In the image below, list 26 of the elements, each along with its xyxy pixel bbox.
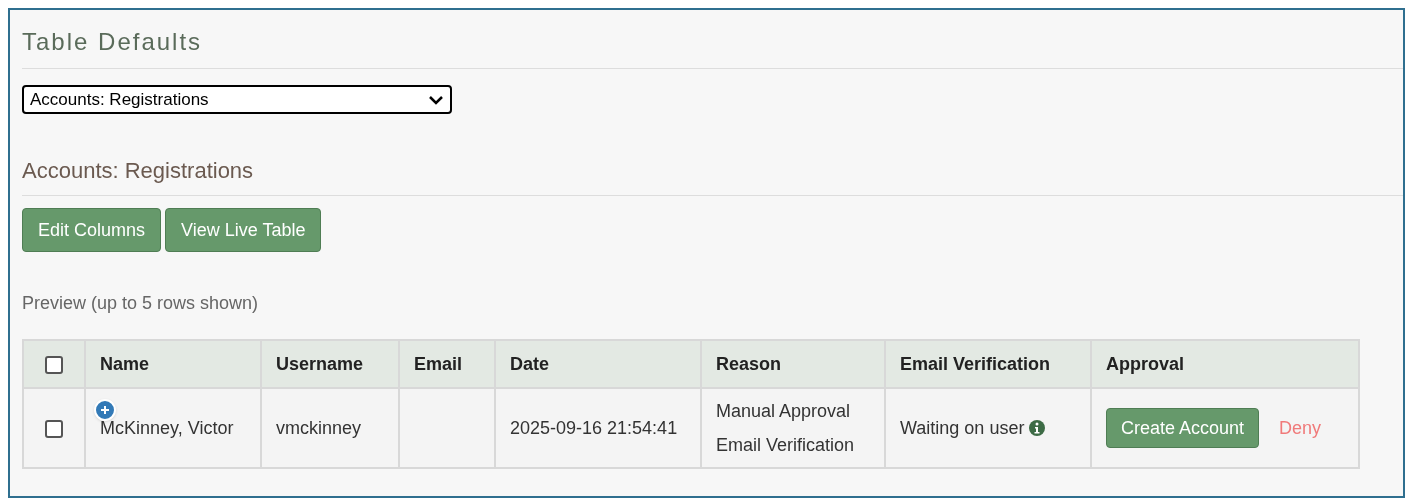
- column-header: Reason: [716, 353, 782, 374]
- checkbox[interactable]: [45, 419, 63, 438]
- column-header: Date: [510, 353, 549, 374]
- action-button[interactable]: View Live Table: [165, 208, 322, 252]
- table-select[interactable]: Accounts: Registrations: [22, 85, 452, 114]
- reason-text: Email Verification: [716, 434, 856, 457]
- page-title: Table Defaults: [22, 28, 203, 55]
- date-text: 2025-09-16 21:54:41: [510, 417, 678, 438]
- reason-text: Manual Approval: [716, 400, 852, 423]
- preview-note: Preview (up to 5 rows shown): [22, 293, 259, 313]
- action-button[interactable]: Edit Columns: [22, 208, 162, 252]
- column-header: Email Verification: [900, 353, 1051, 374]
- status-text: Waiting on user: [900, 416, 1025, 440]
- column-header: Approval: [1106, 353, 1184, 374]
- column-header: Username: [276, 353, 364, 374]
- deny-link[interactable]: Deny: [1279, 414, 1322, 442]
- info-icon[interactable]: [1028, 419, 1047, 437]
- name-text: McKinney, Victor: [100, 417, 234, 438]
- column-header: Email: [414, 353, 463, 374]
- column-header: Name: [100, 353, 150, 374]
- checkbox[interactable]: [45, 355, 63, 374]
- username-text: vmckinney: [276, 417, 362, 438]
- expand-plus-icon[interactable]: [94, 399, 116, 421]
- create-account-button[interactable]: Create Account: [1106, 408, 1260, 448]
- section-title: Accounts: Registrations: [22, 158, 254, 183]
- chevron-down-icon: [428, 94, 444, 105]
